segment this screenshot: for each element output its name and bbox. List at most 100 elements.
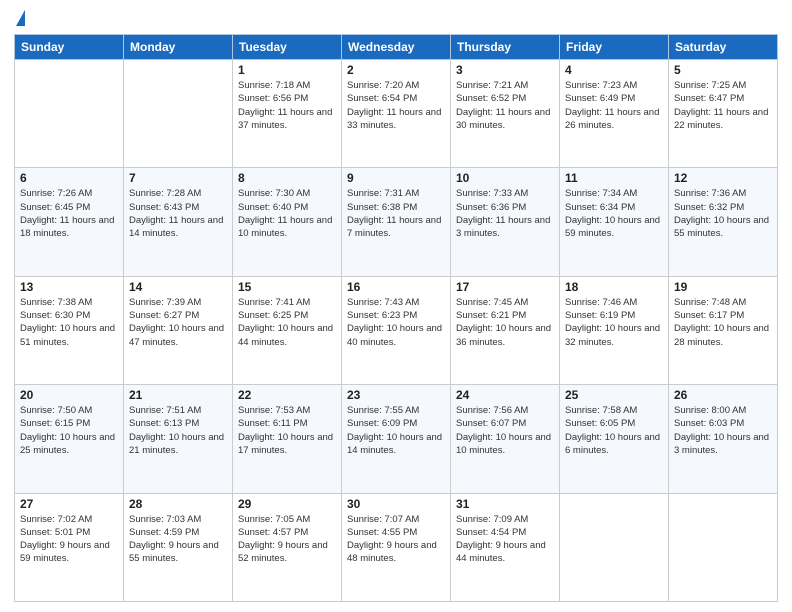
- day-info: Sunrise: 7:53 AMSunset: 6:11 PMDaylight:…: [238, 404, 336, 457]
- day-number: 11: [565, 171, 663, 185]
- day-info: Sunrise: 7:55 AMSunset: 6:09 PMDaylight:…: [347, 404, 445, 457]
- day-number: 27: [20, 497, 118, 511]
- header: [14, 10, 778, 26]
- calendar-week-4: 20Sunrise: 7:50 AMSunset: 6:15 PMDayligh…: [15, 385, 778, 493]
- col-tuesday: Tuesday: [233, 35, 342, 60]
- day-info: Sunrise: 7:09 AMSunset: 4:54 PMDaylight:…: [456, 513, 554, 566]
- day-number: 25: [565, 388, 663, 402]
- day-number: 26: [674, 388, 772, 402]
- col-thursday: Thursday: [451, 35, 560, 60]
- day-info: Sunrise: 7:58 AMSunset: 6:05 PMDaylight:…: [565, 404, 663, 457]
- calendar-cell: 9 Sunrise: 7:31 AMSunset: 6:38 PMDaylight…: [342, 168, 451, 276]
- calendar-week-2: 6 Sunrise: 7:26 AMSunset: 6:45 PMDaylight…: [15, 168, 778, 276]
- calendar-cell: 18 Sunrise: 7:46 AMSunset: 6:19 PMDayligh…: [560, 276, 669, 384]
- day-info: Sunrise: 7:02 AMSunset: 5:01 PMDaylight:…: [20, 513, 118, 566]
- day-info: Sunrise: 7:33 AMSunset: 6:36 PMDaylight:…: [456, 187, 554, 240]
- logo: [14, 10, 25, 26]
- day-number: 19: [674, 280, 772, 294]
- day-number: 15: [238, 280, 336, 294]
- col-wednesday: Wednesday: [342, 35, 451, 60]
- day-number: 12: [674, 171, 772, 185]
- day-number: 30: [347, 497, 445, 511]
- calendar-cell: 15Sunrise: 7:41 AMSunset: 6:25 PMDayligh…: [233, 276, 342, 384]
- day-info: Sunrise: 7:38 AMSunset: 6:30 PMDaylight:…: [20, 296, 118, 349]
- calendar-cell: [124, 60, 233, 168]
- day-info: Sunrise: 7:26 AMSunset: 6:45 PMDaylight:…: [20, 187, 118, 240]
- page: Sunday Monday Tuesday Wednesday Thursday…: [0, 0, 792, 612]
- day-number: 4: [565, 63, 663, 77]
- calendar-cell: [15, 60, 124, 168]
- calendar-cell: 14Sunrise: 7:39 AMSunset: 6:27 PMDayligh…: [124, 276, 233, 384]
- calendar-cell: [560, 493, 669, 601]
- day-info: Sunrise: 7:36 AMSunset: 6:32 PMDaylight:…: [674, 187, 772, 240]
- calendar-cell: 6 Sunrise: 7:26 AMSunset: 6:45 PMDaylight…: [15, 168, 124, 276]
- day-info: Sunrise: 7:18 AMSunset: 6:56 PMDaylight:…: [238, 79, 336, 132]
- calendar-cell: 31Sunrise: 7:09 AMSunset: 4:54 PMDayligh…: [451, 493, 560, 601]
- calendar-cell: 22 Sunrise: 7:53 AMSunset: 6:11 PMDayligh…: [233, 385, 342, 493]
- day-info: Sunrise: 7:07 AMSunset: 4:55 PMDaylight:…: [347, 513, 445, 566]
- day-number: 9: [347, 171, 445, 185]
- day-number: 13: [20, 280, 118, 294]
- calendar-cell: 7 Sunrise: 7:28 AMSunset: 6:43 PMDaylight…: [124, 168, 233, 276]
- calendar-header-row: Sunday Monday Tuesday Wednesday Thursday…: [15, 35, 778, 60]
- day-info: Sunrise: 7:05 AMSunset: 4:57 PMDaylight:…: [238, 513, 336, 566]
- calendar-week-1: 1Sunrise: 7:18 AMSunset: 6:56 PMDaylight…: [15, 60, 778, 168]
- day-info: Sunrise: 7:43 AMSunset: 6:23 PMDaylight:…: [347, 296, 445, 349]
- calendar-cell: 4 Sunrise: 7:23 AMSunset: 6:49 PMDaylight…: [560, 60, 669, 168]
- day-info: Sunrise: 7:34 AMSunset: 6:34 PMDaylight:…: [565, 187, 663, 240]
- day-number: 21: [129, 388, 227, 402]
- day-number: 8: [238, 171, 336, 185]
- day-info: Sunrise: 7:48 AMSunset: 6:17 PMDaylight:…: [674, 296, 772, 349]
- calendar-cell: 12 Sunrise: 7:36 AMSunset: 6:32 PMDayligh…: [669, 168, 778, 276]
- day-info: Sunrise: 7:39 AMSunset: 6:27 PMDaylight:…: [129, 296, 227, 349]
- day-info: Sunrise: 7:51 AMSunset: 6:13 PMDaylight:…: [129, 404, 227, 457]
- day-number: 3: [456, 63, 554, 77]
- day-info: Sunrise: 7:20 AMSunset: 6:54 PMDaylight:…: [347, 79, 445, 132]
- calendar-week-3: 13 Sunrise: 7:38 AMSunset: 6:30 PMDayligh…: [15, 276, 778, 384]
- day-number: 22: [238, 388, 336, 402]
- day-info: Sunrise: 7:28 AMSunset: 6:43 PMDaylight:…: [129, 187, 227, 240]
- calendar-cell: 25 Sunrise: 7:58 AMSunset: 6:05 PMDayligh…: [560, 385, 669, 493]
- day-number: 24: [456, 388, 554, 402]
- calendar-cell: 23 Sunrise: 7:55 AMSunset: 6:09 PMDayligh…: [342, 385, 451, 493]
- day-number: 29: [238, 497, 336, 511]
- col-saturday: Saturday: [669, 35, 778, 60]
- calendar-cell: 20Sunrise: 7:50 AMSunset: 6:15 PMDayligh…: [15, 385, 124, 493]
- calendar-cell: 2 Sunrise: 7:20 AMSunset: 6:54 PMDaylight…: [342, 60, 451, 168]
- day-info: Sunrise: 7:03 AMSunset: 4:59 PMDaylight:…: [129, 513, 227, 566]
- day-info: Sunrise: 7:31 AMSunset: 6:38 PMDaylight:…: [347, 187, 445, 240]
- day-number: 2: [347, 63, 445, 77]
- calendar-table: Sunday Monday Tuesday Wednesday Thursday…: [14, 34, 778, 602]
- day-info: Sunrise: 7:21 AMSunset: 6:52 PMDaylight:…: [456, 79, 554, 132]
- day-info: Sunrise: 8:00 AMSunset: 6:03 PMDaylight:…: [674, 404, 772, 457]
- calendar-cell: 30 Sunrise: 7:07 AMSunset: 4:55 PMDayligh…: [342, 493, 451, 601]
- col-monday: Monday: [124, 35, 233, 60]
- calendar-week-5: 27 Sunrise: 7:02 AMSunset: 5:01 PMDayligh…: [15, 493, 778, 601]
- day-info: Sunrise: 7:45 AMSunset: 6:21 PMDaylight:…: [456, 296, 554, 349]
- calendar-cell: 5Sunrise: 7:25 AMSunset: 6:47 PMDaylight…: [669, 60, 778, 168]
- day-info: Sunrise: 7:23 AMSunset: 6:49 PMDaylight:…: [565, 79, 663, 132]
- calendar-cell: 27 Sunrise: 7:02 AMSunset: 5:01 PMDayligh…: [15, 493, 124, 601]
- calendar-cell: 8Sunrise: 7:30 AMSunset: 6:40 PMDaylight…: [233, 168, 342, 276]
- day-number: 5: [674, 63, 772, 77]
- logo-triangle-icon: [16, 10, 25, 26]
- calendar-cell: 1Sunrise: 7:18 AMSunset: 6:56 PMDaylight…: [233, 60, 342, 168]
- col-friday: Friday: [560, 35, 669, 60]
- calendar-cell: 24 Sunrise: 7:56 AMSunset: 6:07 PMDayligh…: [451, 385, 560, 493]
- day-number: 20: [20, 388, 118, 402]
- calendar-cell: [669, 493, 778, 601]
- calendar-cell: 13 Sunrise: 7:38 AMSunset: 6:30 PMDayligh…: [15, 276, 124, 384]
- calendar-cell: 19 Sunrise: 7:48 AMSunset: 6:17 PMDayligh…: [669, 276, 778, 384]
- day-number: 18: [565, 280, 663, 294]
- day-number: 23: [347, 388, 445, 402]
- day-info: Sunrise: 7:46 AMSunset: 6:19 PMDaylight:…: [565, 296, 663, 349]
- calendar-cell: 3 Sunrise: 7:21 AMSunset: 6:52 PMDaylight…: [451, 60, 560, 168]
- calendar-cell: 21 Sunrise: 7:51 AMSunset: 6:13 PMDayligh…: [124, 385, 233, 493]
- day-number: 16: [347, 280, 445, 294]
- calendar-cell: 17Sunrise: 7:45 AMSunset: 6:21 PMDayligh…: [451, 276, 560, 384]
- day-number: 6: [20, 171, 118, 185]
- calendar-cell: 11 Sunrise: 7:34 AMSunset: 6:34 PMDayligh…: [560, 168, 669, 276]
- day-info: Sunrise: 7:56 AMSunset: 6:07 PMDaylight:…: [456, 404, 554, 457]
- calendar-cell: 28Sunrise: 7:03 AMSunset: 4:59 PMDayligh…: [124, 493, 233, 601]
- day-number: 7: [129, 171, 227, 185]
